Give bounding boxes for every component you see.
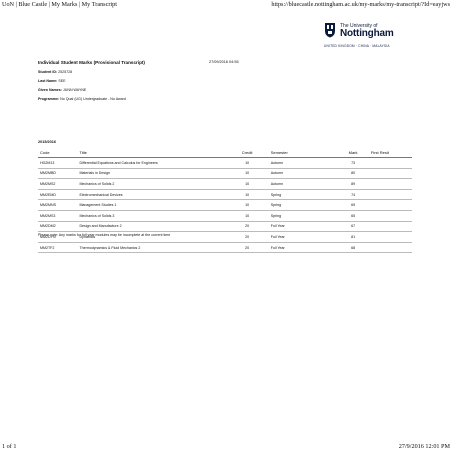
cell-code: MM2MBD bbox=[38, 168, 78, 180]
header-mark: Mark bbox=[337, 148, 369, 158]
cell-code: MM2EMD bbox=[38, 189, 78, 201]
cell-credit: 10 bbox=[225, 199, 269, 211]
print-footer: 1 of 1 27/9/2016 12:01 PM bbox=[0, 442, 452, 452]
print-url[interactable]: https://bluecastle.nottingham.ac.uk/my-m… bbox=[271, 0, 450, 10]
cell-title: Materials in Design bbox=[77, 168, 226, 180]
cell-mark: 81 bbox=[337, 231, 369, 243]
table-row: MM2EMD Electromechanical Devices 10 Spring 7… bbox=[38, 189, 412, 201]
cell-first-resit bbox=[368, 199, 412, 211]
cell-semester: Full Year bbox=[268, 231, 338, 243]
print-page-title: UoN | Blue Castle | My Marks | My Transc… bbox=[2, 1, 117, 8]
table-row: MM2DM2 Design and Manufacture 2 20 Full Yea… bbox=[38, 221, 412, 233]
given-names-row: Given Names: JUNN WAYNE bbox=[38, 88, 86, 92]
cell-code: MM2MS2 bbox=[38, 178, 78, 190]
cell-title: Mechanics of Solids 3 bbox=[77, 210, 226, 222]
student-id-value: 2525728 bbox=[58, 70, 73, 74]
printed-timestamp: 27/9/2016 12:01 PM bbox=[398, 443, 450, 450]
header-credit: Credit bbox=[225, 148, 269, 158]
cell-mark: 69 bbox=[337, 199, 369, 211]
cell-semester: Autumn bbox=[268, 157, 338, 169]
programme-row: Programme: No Qual (UG) Undergraduate - … bbox=[38, 97, 126, 101]
table-row: MM2MBD Materials in Design 10 Autumn 80 bbox=[38, 168, 412, 180]
cell-first-resit bbox=[368, 189, 412, 201]
table-row: MM2MNS Management Studies 1 10 Spring 69 bbox=[38, 199, 412, 211]
cell-mark: 89 bbox=[337, 178, 369, 190]
cell-mark: 80 bbox=[337, 168, 369, 180]
cell-code: MM2DM2 bbox=[38, 221, 78, 233]
given-names-value: JUNN WAYNE bbox=[62, 88, 87, 92]
programme-label: Programme: bbox=[38, 97, 60, 101]
header-first-resit: First Resit bbox=[368, 148, 412, 158]
cell-title: Management Studies 1 bbox=[77, 199, 226, 211]
given-names-label: Given Names: bbox=[38, 88, 62, 92]
table-row: MM2MS2 Mechanics of Solids 2 10 Autumn 89 bbox=[38, 178, 412, 190]
table-row: MM2TF2 Thermodynamics & Fluid Mechanics 2… bbox=[38, 242, 412, 254]
last-name-value: SEE bbox=[58, 79, 66, 83]
cell-credit: 10 bbox=[225, 157, 269, 169]
cell-first-resit bbox=[368, 178, 412, 190]
cell-code: MM2MNS bbox=[38, 199, 78, 211]
cell-semester: Full Year bbox=[268, 221, 338, 233]
academic-year-heading: 2015/2016 bbox=[38, 140, 56, 144]
cell-title: Electromechanical Devices bbox=[77, 189, 226, 201]
cell-first-resit bbox=[368, 231, 412, 243]
cell-code: MM2MS3 bbox=[38, 210, 78, 222]
cell-first-resit bbox=[368, 157, 412, 169]
student-id-row: Student ID: 2525728 bbox=[38, 70, 72, 74]
cell-semester: Autumn bbox=[268, 178, 338, 190]
cell-mark: 65 bbox=[337, 210, 369, 222]
cell-first-resit bbox=[368, 210, 412, 222]
cell-title: Thermodynamics & Fluid Mechanics 2 bbox=[77, 242, 226, 254]
cell-semester: Spring bbox=[268, 210, 338, 222]
cell-credit: 20 bbox=[225, 231, 269, 243]
cell-credit: 20 bbox=[225, 221, 269, 233]
logo-line-2: Nottingham bbox=[340, 28, 394, 39]
cell-mark: 74 bbox=[337, 189, 369, 201]
cell-first-resit bbox=[368, 221, 412, 233]
university-logo: The University of Nottingham UNITED KING… bbox=[324, 20, 446, 52]
marks-table: Code Title Credit Semester Mark First Re… bbox=[38, 148, 412, 254]
student-id-label: Student ID: bbox=[38, 70, 58, 74]
header-semester: Semester bbox=[268, 148, 338, 158]
cell-first-resit bbox=[368, 242, 412, 254]
table-row: MM2MS3 Mechanics of Solids 3 10 Spring 65 bbox=[38, 210, 412, 222]
cell-credit: 10 bbox=[225, 210, 269, 222]
cell-credit: 10 bbox=[225, 178, 269, 190]
page-count: 1 of 1 bbox=[2, 443, 17, 450]
cell-semester: Full Year bbox=[268, 242, 338, 254]
cell-title: Mechanics of Solids 2 bbox=[77, 178, 226, 190]
cell-credit: 10 bbox=[225, 189, 269, 201]
crest-icon bbox=[325, 23, 335, 38]
cell-semester: Spring bbox=[268, 189, 338, 201]
cell-credit: 20 bbox=[225, 242, 269, 254]
header-code: Code bbox=[38, 148, 78, 158]
cell-mark: 68 bbox=[337, 242, 369, 254]
table-row: HG2M13 Differential Equations and Calculu… bbox=[38, 157, 412, 169]
programme-value: No Qual (UG) Undergraduate - No Award bbox=[60, 97, 126, 101]
table-header-row: Code Title Credit Semester Mark First Re… bbox=[38, 148, 412, 158]
document-title: Individual Student Marks (Provisional Tr… bbox=[38, 60, 145, 65]
cell-mark: 73 bbox=[337, 157, 369, 169]
cell-mark: 67 bbox=[337, 221, 369, 233]
cell-credit: 10 bbox=[225, 168, 269, 180]
logo-line-3: UNITED KINGDOM · CHINA · MALAYSIA bbox=[324, 44, 390, 48]
transcript-note: Please note: Any marks for full year mod… bbox=[38, 233, 171, 237]
cell-title: Design and Manufacture 2 bbox=[77, 221, 226, 233]
cell-first-resit bbox=[368, 168, 412, 180]
document-date: 27/09/2016 04:55 bbox=[209, 60, 239, 64]
cell-code: HG2M13 bbox=[38, 157, 78, 169]
cell-title: Differential Equations and Calculus for … bbox=[77, 157, 226, 169]
last-name-label: Last Name: bbox=[38, 79, 58, 83]
cell-semester: Spring bbox=[268, 199, 338, 211]
cell-semester: Autumn bbox=[268, 168, 338, 180]
cell-code: MM2TF2 bbox=[38, 242, 78, 254]
print-header: UoN | Blue Castle | My Marks | My Transc… bbox=[0, 0, 452, 10]
header-title: Title bbox=[77, 148, 226, 158]
last-name-row: Last Name: SEE bbox=[38, 79, 66, 83]
